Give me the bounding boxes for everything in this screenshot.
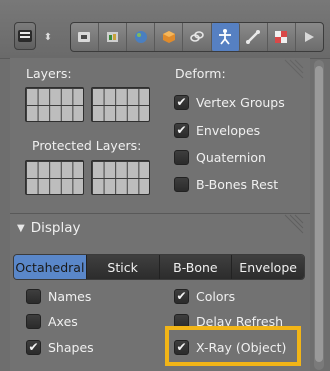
checkbox-box[interactable]: ✔ [174,288,189,304]
colors-checkbox[interactable]: ✔ Colors [174,286,235,306]
checkbox-label: Shapes [48,339,94,355]
collapse-triangle-icon: ▼ [17,222,25,234]
material-checker-icon [275,31,288,43]
display-section-header[interactable]: ▼ Display [17,220,80,236]
tab-object[interactable] [155,23,184,51]
display-mode-b-bone[interactable]: B-Bone [159,255,233,279]
checkbox-label: Axes [48,313,78,329]
world-icon [134,31,147,43]
x-ray-highlight-box [165,326,301,366]
texture-icon [305,32,315,42]
panel-scrollbar-thumb[interactable] [315,66,323,362]
b-bones-rest-checkbox[interactable]: B-Bones Rest [174,174,278,194]
checkbox-label: Envelopes [196,122,261,138]
properties-editor-icon [18,30,32,42]
checkbox-box[interactable]: ✔ [174,122,189,138]
names-checkbox[interactable]: Names [26,286,91,306]
display-mode-selector: Octahedral Stick B-Bone Envelope [13,254,305,280]
tab-armature-data[interactable] [211,23,240,51]
tab-render-layers[interactable] [99,23,128,51]
protected-layers-label: Protected Layers: [32,138,142,153]
layers-label: Layers: [26,66,72,81]
deform-label: Deform: [175,66,226,81]
render-layers-icon [106,32,118,42]
checkbox-box[interactable] [174,149,189,165]
armature-figure-icon [219,29,232,45]
envelopes-checkbox[interactable]: ✔ Envelopes [174,120,260,140]
vertex-groups-checkbox[interactable]: ✔ Vertex Groups [174,92,285,112]
checkbox-label: Quaternion [196,149,266,165]
layers-grid-left[interactable] [25,87,84,122]
panel-drag-handle-icon[interactable] [283,213,305,235]
layers-grid-right[interactable] [91,87,150,122]
tab-render[interactable] [71,23,100,51]
tab-constraints[interactable] [183,23,212,51]
properties-tabs [70,22,324,52]
protected-layers-grid-right[interactable] [91,160,150,195]
protected-layers-grid-left[interactable] [25,160,84,195]
display-mode-envelope[interactable]: Envelope [232,255,304,279]
tab-material[interactable] [268,23,296,51]
constraint-chain-icon [190,31,204,42]
editor-type-dropdown-arrow-icon[interactable]: ⬍ [38,24,58,50]
display-mode-stick[interactable]: Stick [86,255,160,279]
bone-icon [246,30,261,44]
checkbox-box[interactable] [26,288,41,304]
shapes-checkbox[interactable]: ✔ Shapes [26,337,94,357]
object-cube-icon [162,31,175,43]
editor-type-button[interactable] [14,22,36,50]
checkbox-box[interactable] [26,313,41,329]
display-heading: Display [30,220,81,236]
display-mode-octahedral[interactable]: Octahedral [14,255,87,279]
checkbox-box[interactable] [174,176,189,192]
tab-texture[interactable] [296,23,323,51]
panel-drag-handle-icon[interactable] [283,58,305,80]
tab-bone[interactable] [240,23,268,51]
section-divider [10,213,310,214]
tab-world[interactable] [127,23,156,51]
camera-icon [77,32,90,42]
checkbox-label: B-Bones Rest [196,176,279,192]
axes-checkbox[interactable]: Axes [26,311,78,331]
checkbox-label: Vertex Groups [196,94,285,110]
checkbox-label: Colors [196,288,236,304]
quaternion-checkbox[interactable]: Quaternion [174,147,266,167]
checkbox-box[interactable]: ✔ [174,94,189,110]
checkbox-label: Names [48,288,92,304]
checkbox-box[interactable]: ✔ [26,339,41,355]
